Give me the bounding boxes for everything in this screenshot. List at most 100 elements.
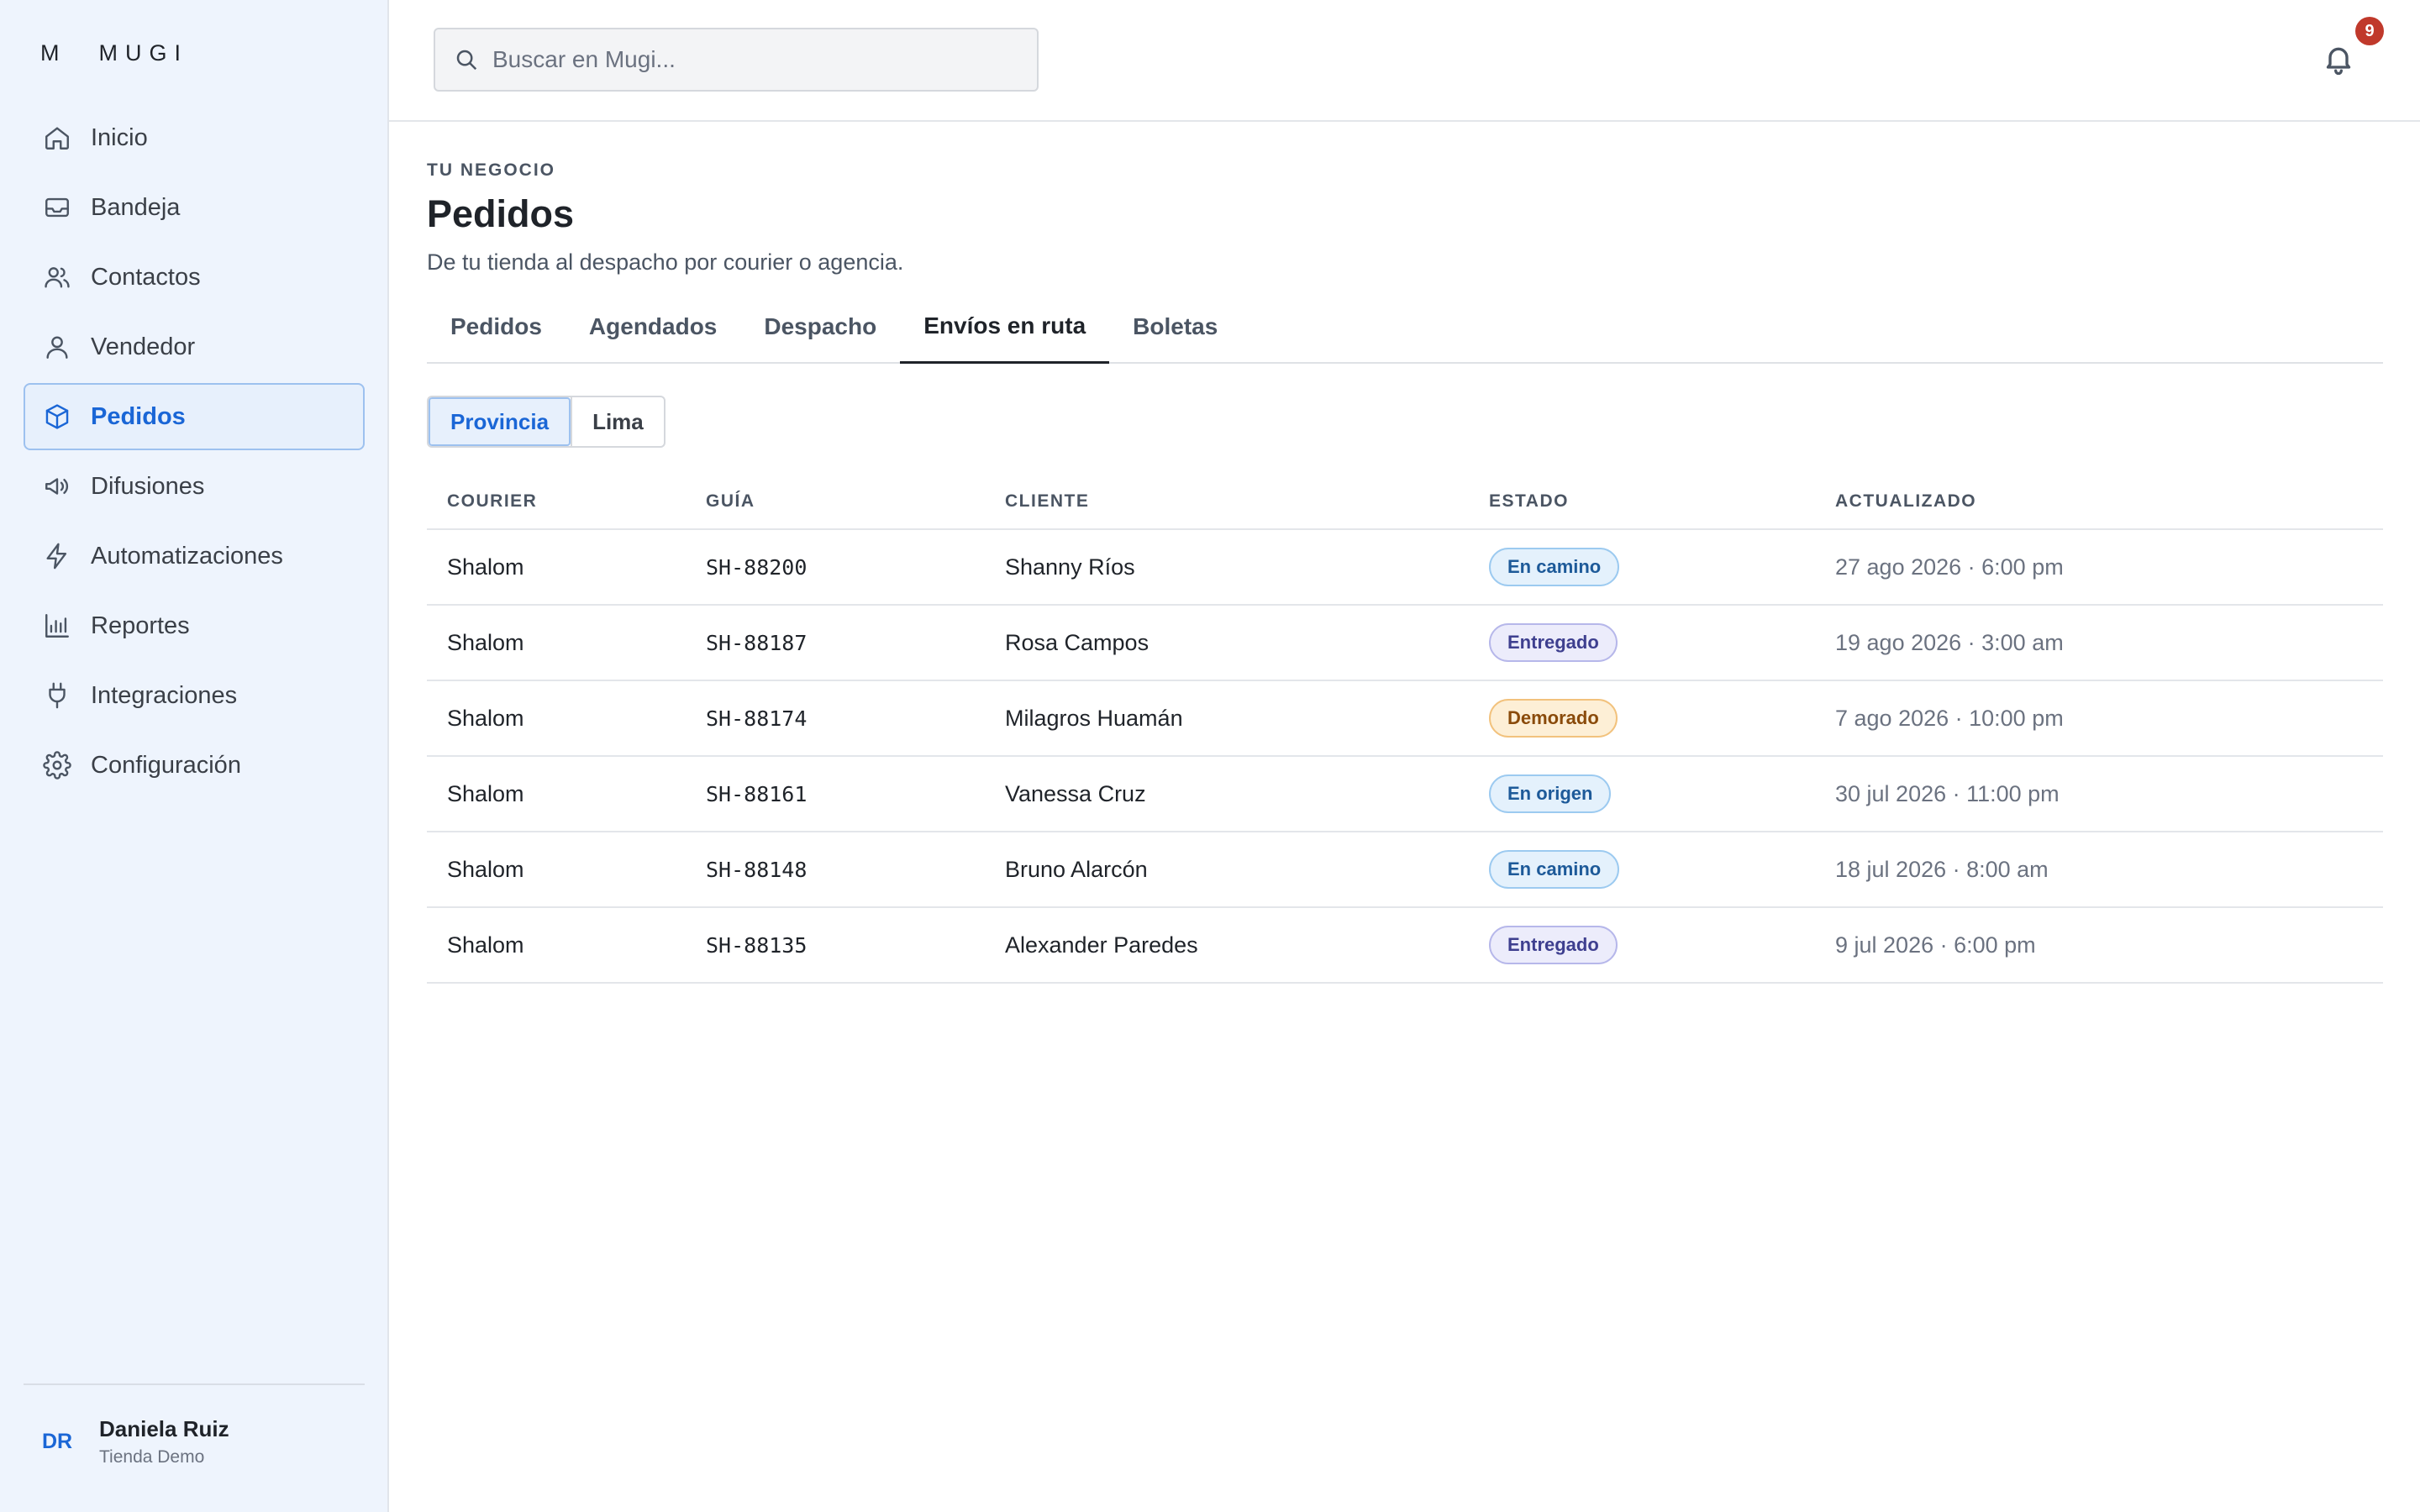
cell-guia: SH-88135 bbox=[706, 932, 808, 958]
sidebar-item-inicio[interactable]: Inicio bbox=[24, 104, 365, 171]
page-eyebrow: TU NEGOCIO bbox=[427, 160, 556, 180]
box-icon bbox=[42, 402, 72, 432]
table-header: COURIER GUÍA CLIENTE ESTADO ACTUALIZADO bbox=[427, 475, 2383, 530]
cell-guia: SH-88161 bbox=[706, 781, 808, 806]
tab-envios-en-ruta[interactable]: Envíos en ruta bbox=[900, 290, 1110, 364]
avatar: DR bbox=[42, 1430, 73, 1453]
megaphone-icon bbox=[42, 471, 72, 501]
users-icon bbox=[42, 262, 72, 292]
cell-guia: SH-88200 bbox=[706, 554, 808, 580]
sidebar-item-vendedor[interactable]: Vendedor bbox=[24, 313, 365, 381]
user-name: Daniela Ruiz bbox=[99, 1416, 229, 1441]
page-description: De tu tienda al despacho por courier o a… bbox=[427, 249, 904, 275]
sidebar-item-contactos[interactable]: Contactos bbox=[24, 244, 365, 311]
table-row[interactable]: Shalom SH-88174 Milagros Huamán Demorado… bbox=[427, 681, 2383, 757]
logo-text: MUGI bbox=[98, 39, 188, 66]
status-badge: En origen bbox=[1489, 774, 1612, 813]
cell-courier: Shalom bbox=[447, 856, 524, 882]
sidebar-item-configuracion[interactable]: Configuración bbox=[24, 732, 365, 799]
logo[interactable]: M MUGI bbox=[40, 40, 188, 66]
home-icon bbox=[42, 123, 72, 153]
cell-actualizado: 18 jul 2026 · 8:00 am bbox=[1835, 856, 2049, 882]
topbar: 9 bbox=[389, 0, 2420, 122]
sidebar-divider bbox=[24, 1383, 365, 1385]
sidebar-item-label: Inicio bbox=[91, 123, 148, 151]
tab-despacho[interactable]: Despacho bbox=[740, 290, 900, 364]
sidebar-item-pedidos[interactable]: Pedidos bbox=[24, 383, 365, 450]
cell-actualizado: 7 ago 2026 · 10:00 pm bbox=[1835, 705, 2064, 731]
cell-cliente: Milagros Huamán bbox=[1005, 705, 1183, 731]
tab-pedidos[interactable]: Pedidos bbox=[427, 290, 566, 364]
table-row[interactable]: Shalom SH-88187 Rosa Campos Entregado 19… bbox=[427, 606, 2383, 681]
sidebar-item-label: Difusiones bbox=[91, 472, 205, 500]
sidebar-item-difusiones[interactable]: Difusiones bbox=[24, 453, 365, 520]
logo-mark: M bbox=[40, 39, 67, 66]
sidebar-item-reportes[interactable]: Reportes bbox=[24, 592, 365, 659]
cell-guia: SH-88174 bbox=[706, 706, 808, 731]
table-row[interactable]: Shalom SH-88135 Alexander Paredes Entreg… bbox=[427, 908, 2383, 984]
region-toggle: Provincia Lima bbox=[427, 396, 666, 448]
sidebar-item-label: Reportes bbox=[91, 612, 190, 639]
sidebar: M MUGI Inicio Bandeja Contactos Vendedor… bbox=[0, 0, 389, 1512]
user-profile[interactable]: DR Daniela Ruiz Tienda Demo bbox=[42, 1416, 229, 1467]
header-cliente[interactable]: CLIENTE bbox=[1005, 491, 1489, 512]
tab-boletas[interactable]: Boletas bbox=[1109, 290, 1241, 364]
search-icon bbox=[456, 50, 477, 71]
sidebar-item-bandeja[interactable]: Bandeja bbox=[24, 174, 365, 241]
page-title: Pedidos bbox=[427, 192, 575, 235]
tab-agendados[interactable]: Agendados bbox=[566, 290, 740, 364]
tabs: Pedidos Agendados Despacho Envíos en rut… bbox=[427, 290, 2383, 364]
sidebar-item-label: Integraciones bbox=[91, 681, 238, 709]
bolt-icon bbox=[42, 541, 72, 571]
sidebar-item-label: Bandeja bbox=[91, 193, 181, 221]
status-badge: En camino bbox=[1489, 548, 1620, 586]
cell-courier: Shalom bbox=[447, 780, 524, 806]
cell-courier: Shalom bbox=[447, 705, 524, 731]
status-badge: Entregado bbox=[1489, 623, 1618, 662]
cell-cliente: Bruno Alarcón bbox=[1005, 856, 1148, 882]
status-badge: Entregado bbox=[1489, 926, 1618, 964]
sidebar-item-label: Automatizaciones bbox=[91, 542, 283, 570]
sidebar-item-label: Pedidos bbox=[91, 402, 186, 430]
cell-actualizado: 27 ago 2026 · 6:00 pm bbox=[1835, 554, 2064, 580]
user-store: Tienda Demo bbox=[99, 1447, 205, 1467]
header-guia[interactable]: GUÍA bbox=[706, 491, 1005, 512]
cell-courier: Shalom bbox=[447, 554, 524, 580]
table-row[interactable]: Shalom SH-88200 Shanny Ríos En camino 27… bbox=[427, 530, 2383, 606]
notifications-button[interactable] bbox=[2322, 40, 2359, 81]
cell-cliente: Alexander Paredes bbox=[1005, 932, 1198, 958]
plug-icon bbox=[42, 680, 72, 711]
segment-lima[interactable]: Lima bbox=[571, 397, 664, 446]
header-actualizado[interactable]: ACTUALIZADO bbox=[1835, 491, 2383, 512]
cell-actualizado: 30 jul 2026 · 11:00 pm bbox=[1835, 780, 2060, 806]
cell-cliente: Rosa Campos bbox=[1005, 629, 1150, 655]
table-row[interactable]: Shalom SH-88161 Vanessa Cruz En origen 3… bbox=[427, 757, 2383, 832]
cell-courier: Shalom bbox=[447, 629, 524, 655]
header-estado[interactable]: ESTADO bbox=[1489, 491, 1835, 512]
cell-guia: SH-88148 bbox=[706, 857, 808, 882]
cell-cliente: Vanessa Cruz bbox=[1005, 780, 1146, 806]
sidebar-item-label: Contactos bbox=[91, 263, 201, 291]
header-courier[interactable]: COURIER bbox=[427, 491, 706, 512]
cell-guia: SH-88187 bbox=[706, 630, 808, 655]
search-box[interactable] bbox=[434, 28, 1039, 92]
user-icon bbox=[42, 332, 72, 362]
cell-cliente: Shanny Ríos bbox=[1005, 554, 1135, 580]
sidebar-item-label: Configuración bbox=[91, 751, 241, 779]
sidebar-item-label: Vendedor bbox=[91, 333, 196, 360]
cell-actualizado: 9 jul 2026 · 6:00 pm bbox=[1835, 932, 2036, 958]
shipments-table: COURIER GUÍA CLIENTE ESTADO ACTUALIZADO … bbox=[427, 475, 2383, 984]
bar-chart-icon bbox=[42, 611, 72, 641]
search-input[interactable] bbox=[492, 46, 1013, 73]
gear-icon bbox=[42, 750, 72, 780]
segment-provincia[interactable]: Provincia bbox=[429, 397, 571, 446]
sidebar-item-integraciones[interactable]: Integraciones bbox=[24, 662, 365, 729]
sidebar-nav: Inicio Bandeja Contactos Vendedor Pedido… bbox=[24, 104, 365, 801]
table-row[interactable]: Shalom SH-88148 Bruno Alarcón En camino … bbox=[427, 832, 2383, 908]
notification-badge: 9 bbox=[2355, 17, 2384, 45]
bell-icon bbox=[2326, 47, 2351, 76]
cell-courier: Shalom bbox=[447, 932, 524, 958]
sidebar-item-automatizaciones[interactable]: Automatizaciones bbox=[24, 522, 365, 590]
status-badge: Demorado bbox=[1489, 699, 1618, 738]
cell-actualizado: 19 ago 2026 · 3:00 am bbox=[1835, 629, 2064, 655]
